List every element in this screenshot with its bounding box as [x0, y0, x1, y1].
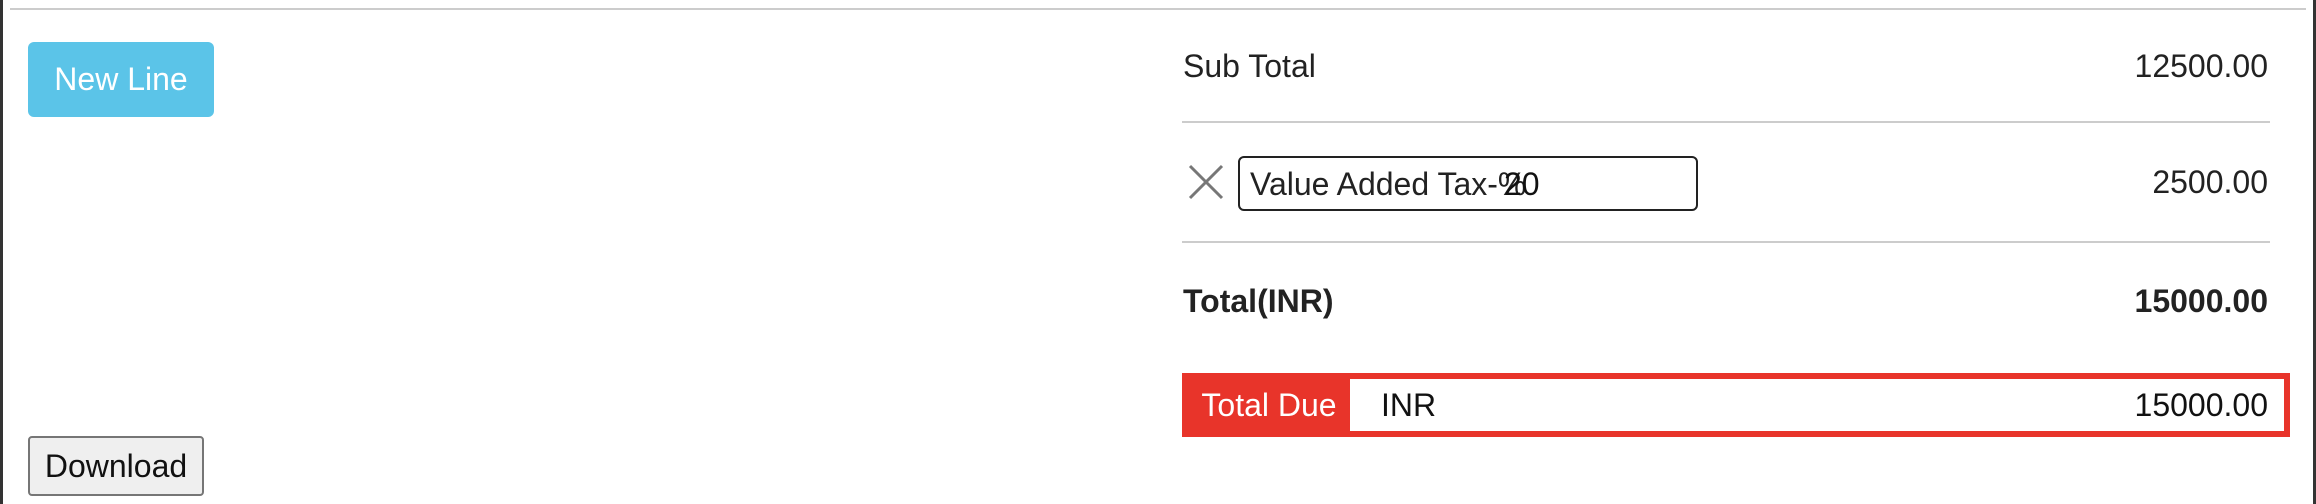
tax-rate-input[interactable] — [1504, 162, 1624, 206]
close-icon[interactable] — [1186, 162, 1226, 202]
total-amount: 15000.00 — [2134, 283, 2268, 319]
download-button[interactable]: Download — [28, 436, 204, 496]
total-due-amount: 15000.00 — [2134, 387, 2268, 423]
summary-divider — [1182, 121, 2270, 123]
total-due-label: Total Due — [1188, 379, 1350, 431]
top-divider — [10, 8, 2306, 10]
summary-divider — [1182, 241, 2270, 243]
subtotal-label: Sub Total — [1183, 48, 1316, 84]
total-label: Total(INR) — [1183, 283, 1334, 319]
tax-name-label: Value Added Tax-% — [1250, 166, 1527, 202]
total-due-bar: Total Due INR 15000.00 — [1182, 373, 2290, 437]
total-due-currency: INR — [1381, 387, 1437, 423]
subtotal-amount: 12500.00 — [2134, 48, 2268, 84]
tax-field[interactable]: Value Added Tax-% — [1238, 156, 1698, 211]
tax-amount: 2500.00 — [2152, 164, 2268, 200]
new-line-button[interactable]: New Line — [28, 42, 214, 117]
